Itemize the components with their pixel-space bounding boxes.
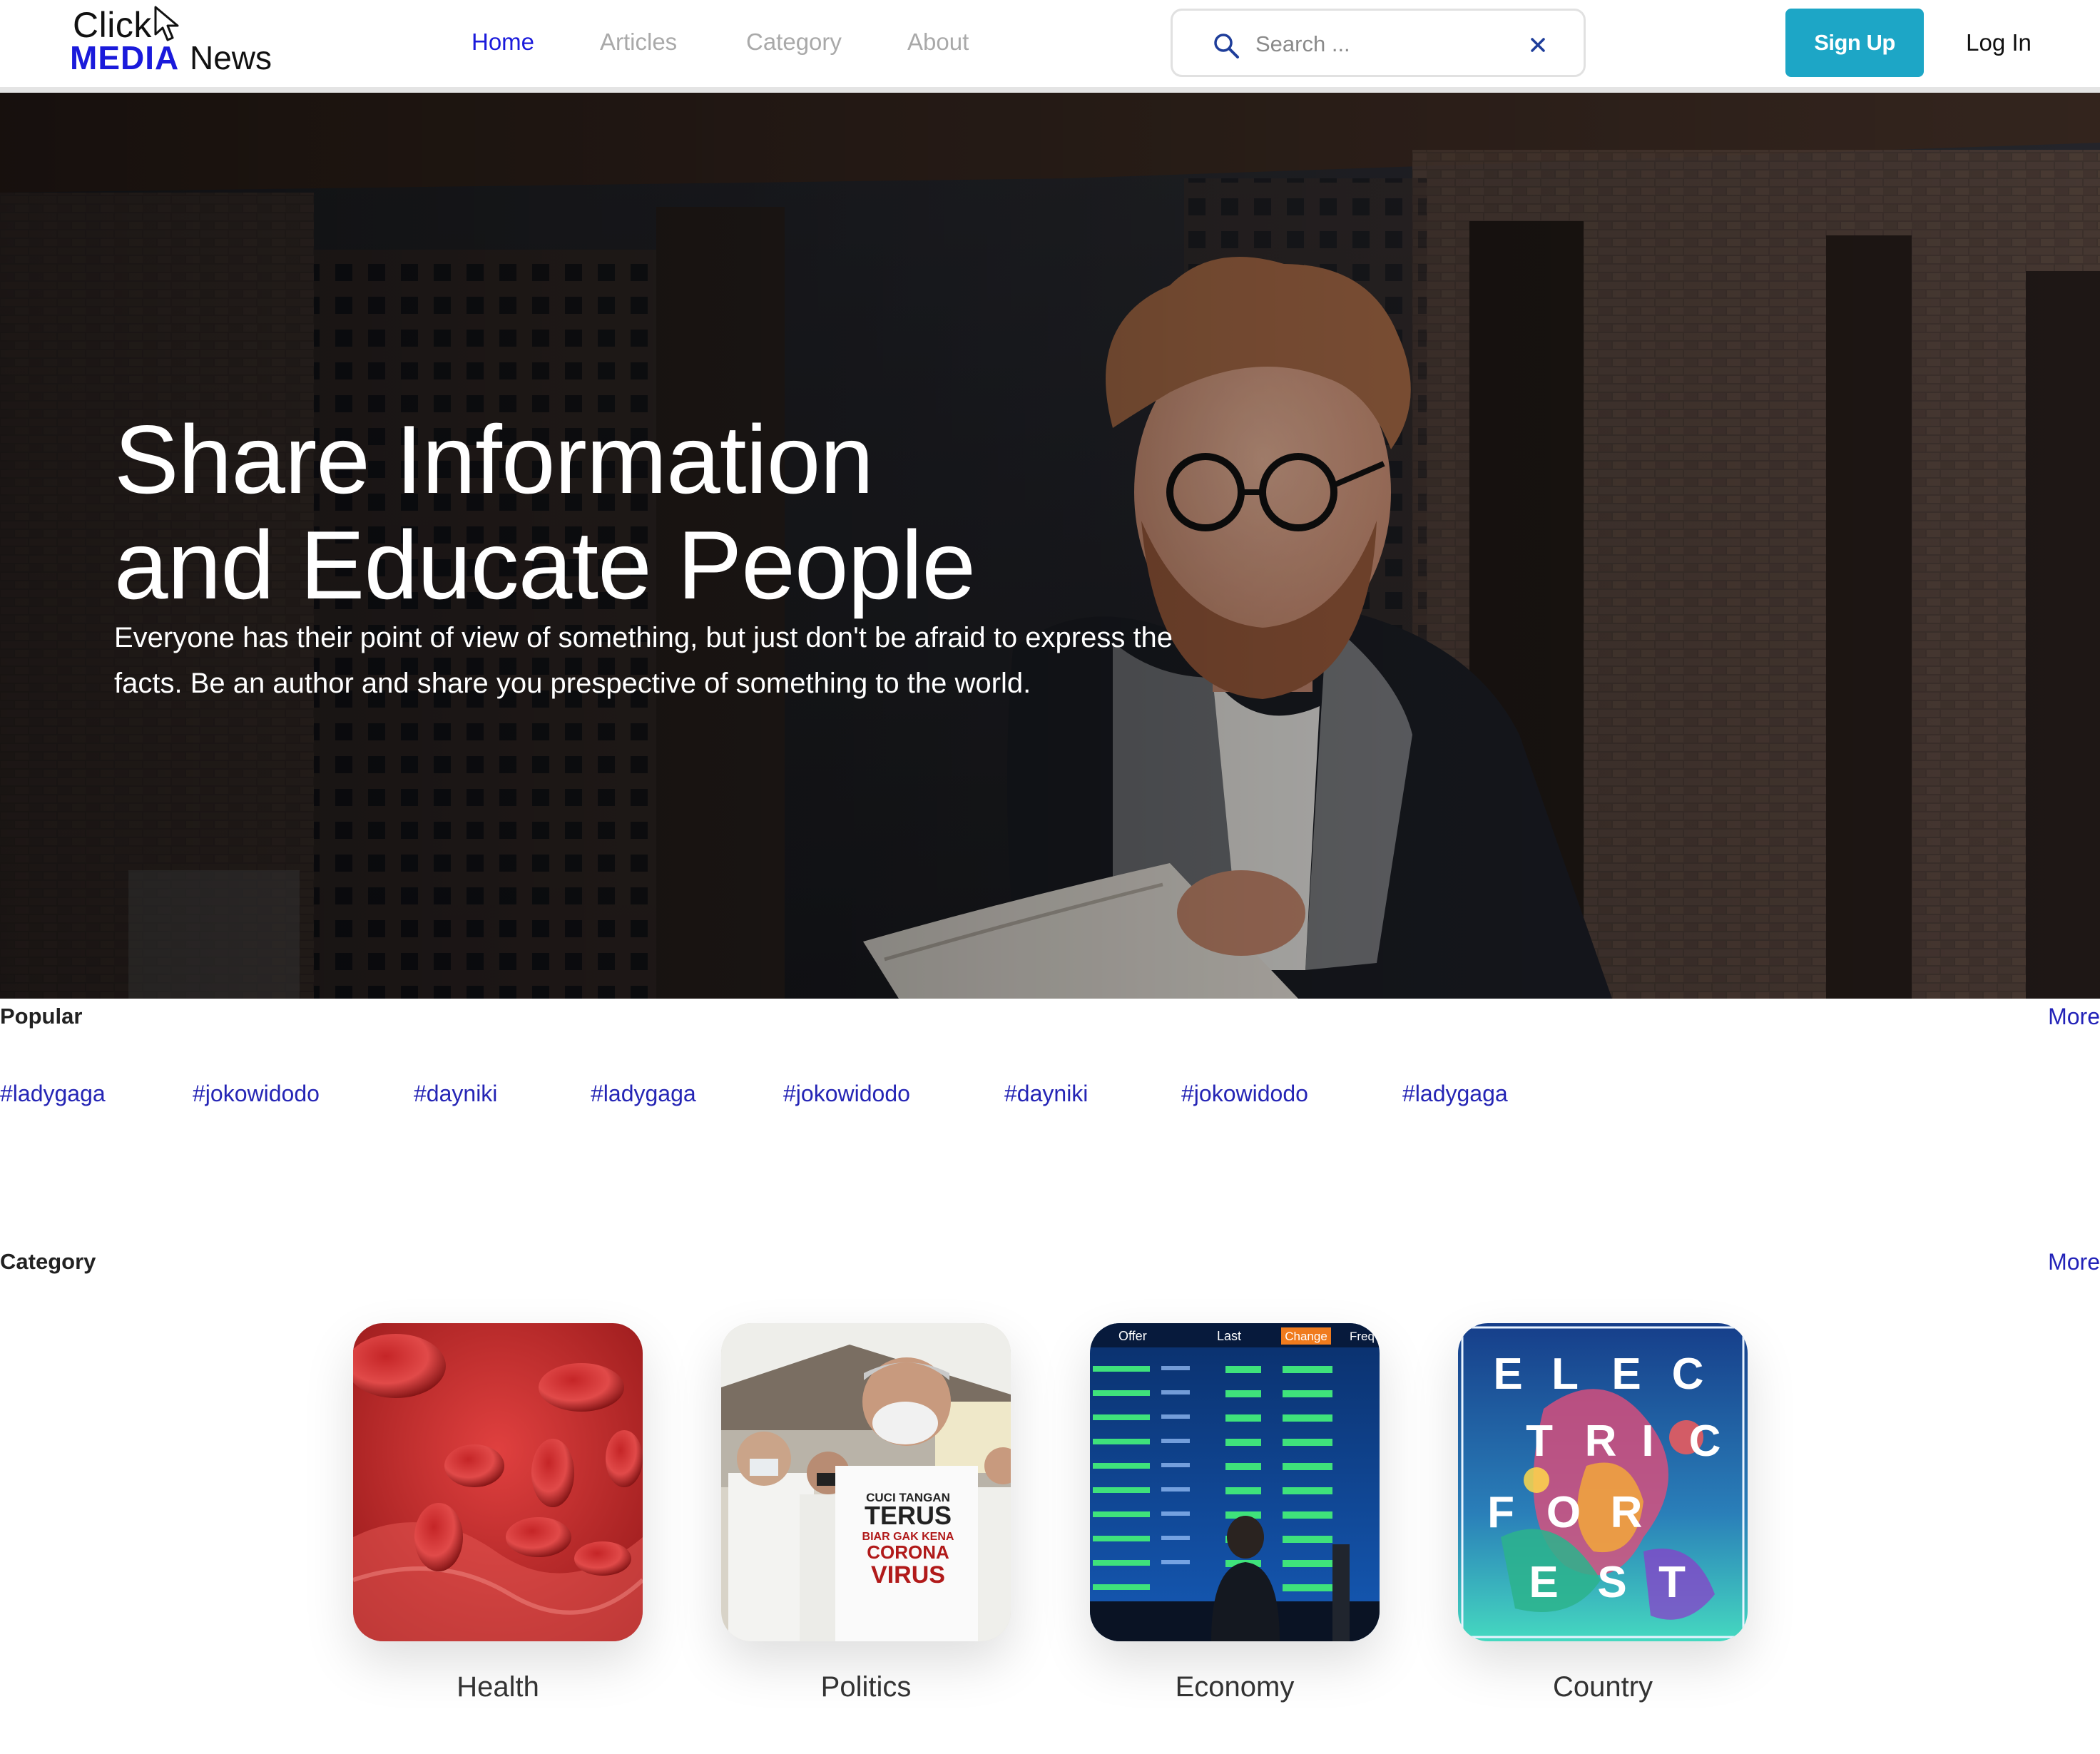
nav-about-link[interactable]: About [907,29,969,56]
cursor-icon [154,6,179,41]
board-header-freq: Freq [1350,1330,1375,1343]
tag-link[interactable]: #dayniki [414,1081,497,1107]
search-box [1171,9,1586,77]
nav-category-link[interactable]: Category [746,29,842,56]
category-label-economy: Economy [1175,1671,1295,1703]
poster-letter: E [1529,1558,1558,1607]
category-label-country: Country [1552,1671,1653,1703]
category-card-country[interactable]: E L E C T R I C F O R E S T Country [1458,1323,1748,1703]
nav-home-link[interactable]: Home [472,29,534,56]
board-header-offer: Offer [1118,1329,1147,1343]
popular-tags: #ladygaga #jokowidodo #dayniki #ladygaga… [0,1081,1569,1116]
hero-title-line-2: and Educate People [114,511,976,619]
tag-link[interactable]: #ladygaga [0,1081,106,1107]
tag-link[interactable]: #jokowidodo [783,1081,910,1107]
board-header-last: Last [1217,1329,1241,1343]
poster-letter: C [1689,1417,1721,1466]
poster-letter: T [1658,1558,1686,1607]
poster-letter: C [1672,1350,1704,1399]
log-in-button[interactable]: Log In [1954,9,2043,77]
category-section-title: Category [0,1249,96,1274]
tag-link[interactable]: #jokowidodo [193,1081,320,1107]
poster-letter: I [1641,1417,1653,1466]
politics-image-people-in-masks: CUCI TANGAN TERUS BIAR GAK KENA CORONA V… [721,1323,1011,1641]
poster-letter: F [1487,1488,1514,1537]
economy-image-stock-board: Offer Last Change Freq [1090,1323,1380,1641]
poster-letter: L [1551,1350,1579,1399]
header-divider [0,87,2100,93]
poster-letter: R [1585,1417,1617,1466]
shirt-text-2: TERUS [865,1501,952,1530]
poster-letter: E [1611,1350,1641,1399]
tag-link[interactable]: #ladygaga [1402,1081,1508,1107]
country-image-electric-forest-poster: E L E C T R I C F O R E S T [1458,1323,1748,1641]
category-more-link[interactable]: More [2048,1249,2100,1275]
shirt-text-5: VIRUS [871,1561,945,1589]
hero-title-line-1: Share Information [114,405,874,514]
tag-link[interactable]: #ladygaga [591,1081,696,1107]
poster-letter: T [1526,1417,1553,1466]
popular-section-title: Popular [0,1004,83,1029]
close-icon[interactable] [1522,29,1554,61]
poster-letter: E [1493,1350,1522,1399]
site-logo[interactable]: Click MEDIA News [70,3,284,81]
logo-media-text: MEDIA [70,39,180,76]
category-card-economy[interactable]: Offer Last Change Freq Economy [1090,1323,1380,1703]
hero-banner: Share Information and Educate People Eve… [0,93,2100,999]
category-label-politics: Politics [820,1671,912,1703]
search-input[interactable] [1255,26,1512,62]
category-card-politics[interactable]: CUCI TANGAN TERUS BIAR GAK KENA CORONA V… [721,1323,1011,1703]
nav-articles-link[interactable]: Articles [600,29,677,56]
search-icon[interactable] [1213,32,1240,59]
hero-title: Share Information and Educate People [114,405,976,619]
category-card-health[interactable]: Health [353,1323,643,1703]
shirt-text-4: CORONA [867,1541,949,1563]
poster-letter: S [1597,1558,1626,1607]
poster-letter: O [1546,1488,1581,1537]
hero-description: Everyone has their point of view of some… [114,622,1173,699]
tag-link[interactable]: #dayniki [1004,1081,1088,1107]
site-header: Click MEDIA News Home Articles Category … [0,0,2100,87]
logo-news-text: News [190,39,272,76]
popular-more-link[interactable]: More [2048,1004,2100,1030]
board-header-change: Change [1285,1330,1327,1343]
sign-up-button[interactable]: Sign Up [1785,9,1924,77]
category-label-health: Health [457,1671,539,1703]
tag-link[interactable]: #jokowidodo [1181,1081,1308,1107]
poster-letter: R [1611,1488,1643,1537]
health-image-blood-cells [353,1323,643,1641]
